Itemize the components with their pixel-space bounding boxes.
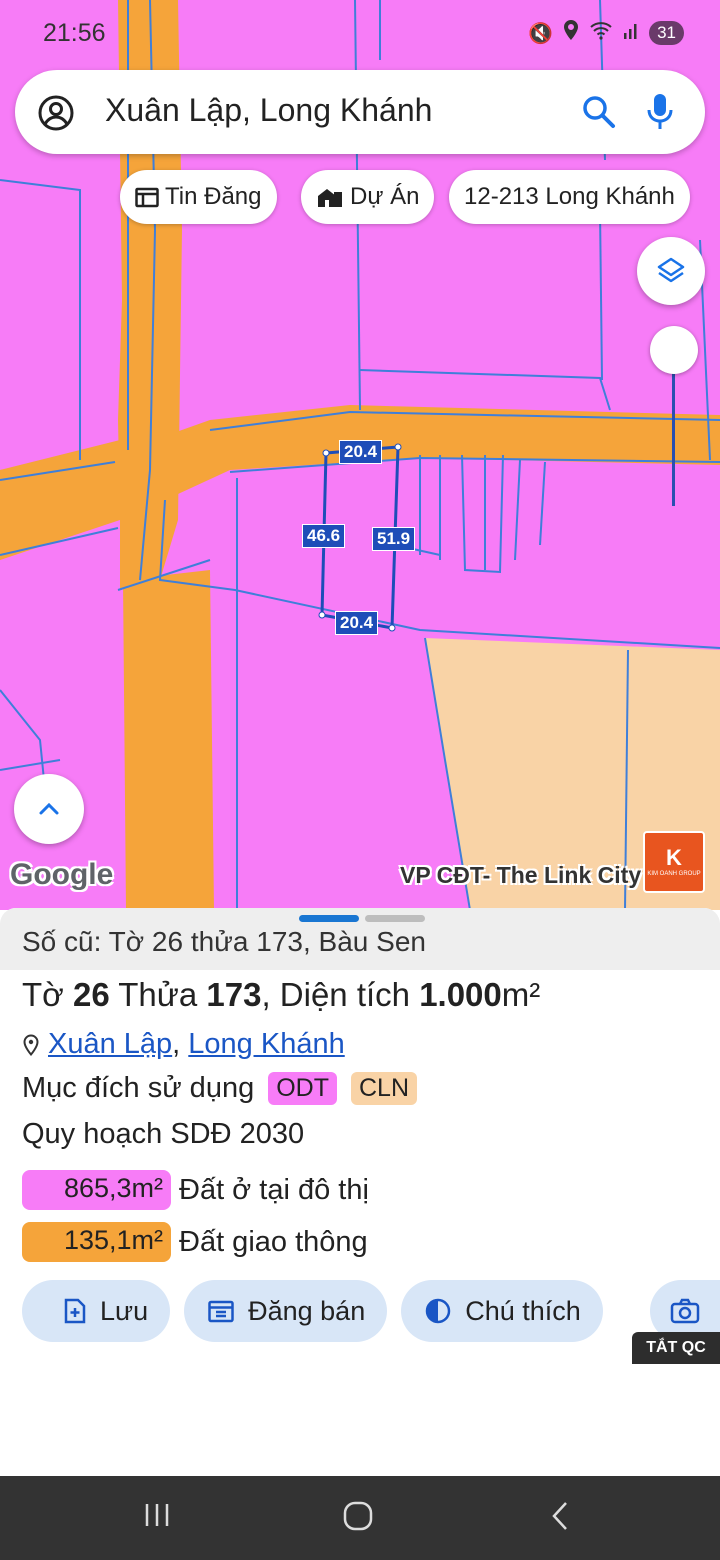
ads-off-button[interactable]: TẮT QC — [632, 1332, 720, 1364]
chip-listings[interactable]: Tin Đăng — [120, 170, 277, 224]
post-sale-label: Đăng bán — [248, 1295, 366, 1326]
save-label: Lưu — [100, 1295, 149, 1326]
zone-row-residential: 865,3m² Đất ở tại đô thị — [22, 1170, 369, 1210]
zone-name: Đất giao thông — [179, 1225, 368, 1258]
road-vertical-south — [123, 570, 214, 910]
account-icon[interactable] — [37, 94, 75, 137]
zoom-slider-handle[interactable] — [650, 326, 698, 374]
zoom-slider-track[interactable] — [672, 372, 675, 506]
save-button[interactable]: Lưu — [22, 1280, 171, 1342]
status-time: 21:56 — [43, 19, 106, 47]
expand-up-button[interactable] — [14, 774, 84, 844]
status-bar: 21:56 🔇 31 — [0, 0, 720, 66]
home-icon — [343, 1501, 373, 1531]
microphone-icon[interactable] — [645, 92, 675, 137]
dimension-label-left: 46.6 — [302, 524, 346, 548]
project-icon — [318, 189, 342, 207]
chevron-up-icon — [39, 802, 59, 815]
zone-area: 135,1m² — [22, 1222, 171, 1262]
purpose-label: Mục đích sử dụng — [22, 1072, 255, 1104]
parcel-info-sheet[interactable]: Số cũ: Tờ 26 thửa 173, Bàu Sen Tờ 26 Thử… — [0, 908, 720, 1476]
mute-icon: 🔇 — [528, 22, 554, 45]
purpose-tag-cln: CLN — [350, 1072, 417, 1105]
recent-apps-button[interactable] — [142, 1500, 172, 1535]
home-button[interactable] — [342, 1500, 374, 1537]
dimension-label-bottom: 20.4 — [335, 611, 379, 635]
legend-label: Chú thích — [465, 1295, 581, 1326]
action-bar: Lưu Đăng bán Chú thích — [22, 1280, 603, 1342]
land-use-purpose: Mục đích sử dụng ODT CLN — [22, 1072, 417, 1105]
chip-label: Dự Án — [350, 183, 420, 210]
system-nav-bar — [0, 1476, 720, 1560]
legend-icon — [425, 1298, 451, 1324]
map-view[interactable]: 20.4 46.6 51.9 20.4 21:56 🔇 31 Xuân Lập,… — [0, 0, 720, 910]
sheet-drag-handle[interactable] — [299, 915, 425, 922]
chip-label: 12-213 Long Khánh — [464, 183, 675, 210]
zone-name: Đất ở tại đô thị — [179, 1173, 369, 1206]
zone-area: 865,3m² — [22, 1170, 171, 1210]
kim-oanh-logo[interactable]: K KIM OANH GROUP — [643, 831, 705, 893]
layers-button[interactable] — [637, 237, 705, 305]
recent-apps-icon — [145, 1504, 169, 1526]
search-bar[interactable]: Xuân Lập, Long Khánh — [15, 70, 705, 154]
listing-icon — [135, 187, 159, 208]
chip-region[interactable]: 12-213 Long Khánh — [449, 170, 690, 224]
back-button[interactable] — [548, 1500, 572, 1537]
google-attribution: Google — [10, 858, 114, 891]
logo-letter: K — [666, 845, 682, 870]
ward-link[interactable]: Xuân Lập — [48, 1028, 172, 1060]
logo-caption: KIM OANH GROUP — [647, 871, 701, 877]
poi-label[interactable]: VP CĐT- The Link City — [400, 862, 641, 889]
search-input[interactable]: Xuân Lập, Long Khánh — [105, 92, 432, 129]
plan-label: Quy hoạch SDĐ 2030 — [22, 1118, 305, 1150]
dimension-label-right: 51.9 — [372, 527, 416, 551]
wifi-icon — [589, 20, 613, 46]
legend-button[interactable]: Chú thích — [401, 1280, 603, 1342]
layers-icon — [657, 257, 685, 283]
signal-icon — [623, 20, 639, 46]
zone-row-traffic: 135,1m² Đất giao thông — [22, 1222, 368, 1262]
chip-projects[interactable]: Dự Án — [301, 170, 435, 224]
save-icon — [64, 1298, 86, 1324]
city-link[interactable]: Long Khánh — [188, 1028, 344, 1060]
purpose-tag-odt: ODT — [268, 1072, 337, 1105]
camera-icon — [670, 1298, 700, 1324]
parcel-location: Xuân Lập, Long Khánh — [22, 1028, 345, 1061]
back-icon — [552, 1502, 567, 1530]
dimension-label-top: 20.4 — [339, 440, 383, 464]
post-sale-button[interactable]: Đăng bán — [184, 1280, 388, 1342]
post-sale-icon — [208, 1300, 234, 1323]
battery-badge: 31 — [649, 21, 684, 45]
parcel-title: Tờ 26 Thửa 173, Diện tích 1.000m² — [22, 976, 541, 1013]
location-pin-icon — [23, 1033, 39, 1056]
search-icon[interactable] — [581, 94, 617, 135]
chip-label: Tin Đăng — [165, 183, 262, 210]
location-icon — [563, 20, 579, 46]
status-icons: 🔇 31 — [528, 20, 684, 46]
